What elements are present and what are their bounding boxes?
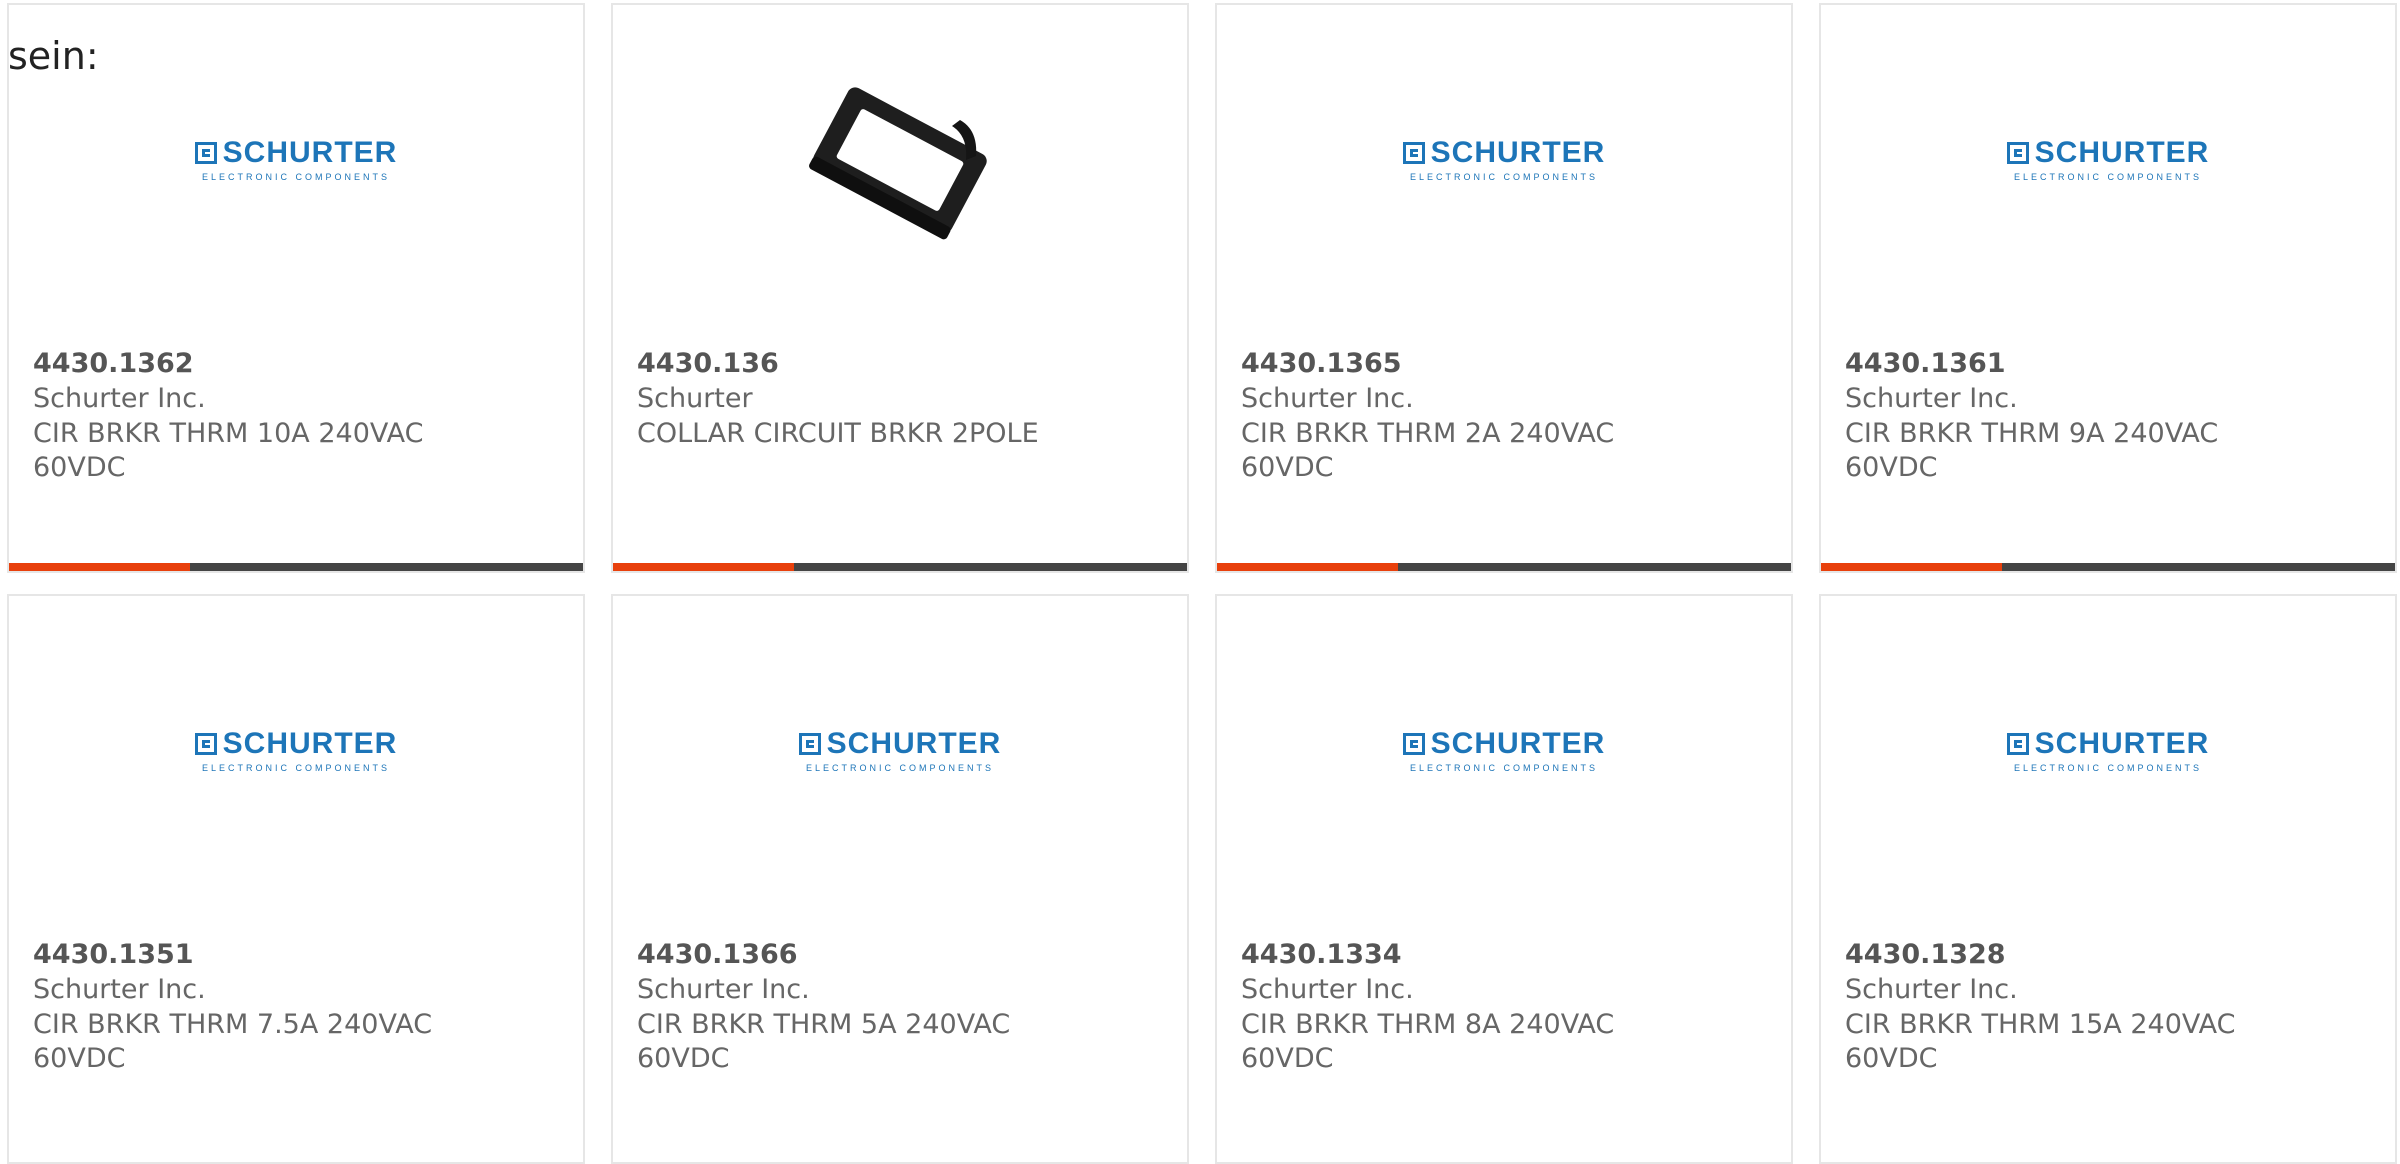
product-image[interactable]: SCHURTER ELECTRONIC COMPONENTS (9, 45, 583, 275)
product-card[interactable]: SCHURTER ELECTRONIC COMPONENTS 4430.1361… (1819, 3, 2397, 573)
card-accent-bar (9, 563, 583, 571)
product-card[interactable]: SCHURTER ELECTRONIC COMPONENTS 4430.1351… (7, 594, 585, 1164)
part-number-link[interactable]: 4430.1334 (1241, 939, 1402, 970)
product-image[interactable]: SCHURTER ELECTRONIC COMPONENTS (1217, 636, 1791, 866)
manufacturer-name: Schurter Inc. (33, 974, 206, 1005)
product-description: CIR BRKR THRM 2A 240VAC 60VDC (1241, 418, 1615, 483)
product-image[interactable]: SCHURTER ELECTRONIC COMPONENTS (1217, 45, 1791, 275)
part-number-link[interactable]: 4430.1362 (33, 348, 194, 379)
schurter-mark-icon (1402, 733, 1425, 755)
product-description: CIR BRKR THRM 7.5A 240VAC 60VDC (33, 1009, 433, 1074)
product-image[interactable] (613, 45, 1187, 275)
manufacturer-name: Schurter Inc. (33, 383, 206, 414)
product-description: CIR BRKR THRM 8A 240VAC 60VDC (1241, 1009, 1615, 1074)
card-accent-bar (1217, 563, 1791, 571)
schurter-mark-icon (798, 733, 821, 755)
part-number-link[interactable]: 4430.1366 (637, 939, 798, 970)
product-image[interactable]: SCHURTER ELECTRONIC COMPONENTS (9, 636, 583, 866)
schurter-logo: SCHURTER ELECTRONIC COMPONENTS (194, 138, 398, 182)
schurter-logo: SCHURTER ELECTRONIC COMPONENTS (194, 729, 398, 773)
schurter-logo: SCHURTER ELECTRONIC COMPONENTS (2006, 138, 2210, 182)
collar-photo (800, 60, 1000, 260)
product-description: CIR BRKR THRM 9A 240VAC 60VDC (1845, 418, 2219, 483)
manufacturer-name: Schurter Inc. (1241, 383, 1414, 414)
product-card[interactable]: SCHURTER ELECTRONIC COMPONENTS 4430.1362… (7, 3, 585, 573)
product-card[interactable]: 4430.136 Schurter COLLAR CIRCUIT BRKR 2P… (611, 3, 1189, 573)
schurter-mark-icon (194, 733, 217, 755)
product-card[interactable]: SCHURTER ELECTRONIC COMPONENTS 4430.1366… (611, 594, 1189, 1164)
product-description: CIR BRKR THRM 5A 240VAC 60VDC (637, 1009, 1011, 1074)
schurter-logo: SCHURTER ELECTRONIC COMPONENTS (2006, 729, 2210, 773)
product-description: CIR BRKR THRM 15A 240VAC 60VDC (1845, 1009, 2236, 1074)
manufacturer-name: Schurter Inc. (1241, 974, 1414, 1005)
product-card[interactable]: SCHURTER ELECTRONIC COMPONENTS 4430.1365… (1215, 3, 1793, 573)
manufacturer-name: Schurter Inc. (1845, 974, 2018, 1005)
schurter-mark-icon (2006, 733, 2029, 755)
schurter-logo: SCHURTER ELECTRONIC COMPONENTS (1402, 138, 1606, 182)
product-image[interactable]: SCHURTER ELECTRONIC COMPONENTS (1821, 636, 2395, 866)
manufacturer-name: Schurter Inc. (637, 974, 810, 1005)
schurter-logo: SCHURTER ELECTRONIC COMPONENTS (798, 729, 1002, 773)
product-image[interactable]: SCHURTER ELECTRONIC COMPONENTS (613, 636, 1187, 866)
schurter-mark-icon (2006, 142, 2029, 164)
part-number-link[interactable]: 4430.1361 (1845, 348, 2006, 379)
schurter-mark-icon (194, 142, 217, 164)
manufacturer-name: Schurter (637, 383, 753, 414)
card-accent-bar (1821, 563, 2395, 571)
schurter-logo: SCHURTER ELECTRONIC COMPONENTS (1402, 729, 1606, 773)
card-accent-bar (613, 563, 1187, 571)
product-card[interactable]: SCHURTER ELECTRONIC COMPONENTS 4430.1334… (1215, 594, 1793, 1164)
product-image[interactable]: SCHURTER ELECTRONIC COMPONENTS (1821, 45, 2395, 275)
part-number-link[interactable]: 4430.136 (637, 348, 779, 379)
product-description: CIR BRKR THRM 10A 240VAC 60VDC (33, 418, 424, 483)
product-description: COLLAR CIRCUIT BRKR 2POLE (637, 418, 1039, 449)
intro-text: sein: (8, 34, 99, 78)
part-number-link[interactable]: 4430.1365 (1241, 348, 1402, 379)
product-card[interactable]: SCHURTER ELECTRONIC COMPONENTS 4430.1328… (1819, 594, 2397, 1164)
manufacturer-name: Schurter Inc. (1845, 383, 2018, 414)
part-number-link[interactable]: 4430.1351 (33, 939, 194, 970)
schurter-mark-icon (1402, 142, 1425, 164)
part-number-link[interactable]: 4430.1328 (1845, 939, 2006, 970)
